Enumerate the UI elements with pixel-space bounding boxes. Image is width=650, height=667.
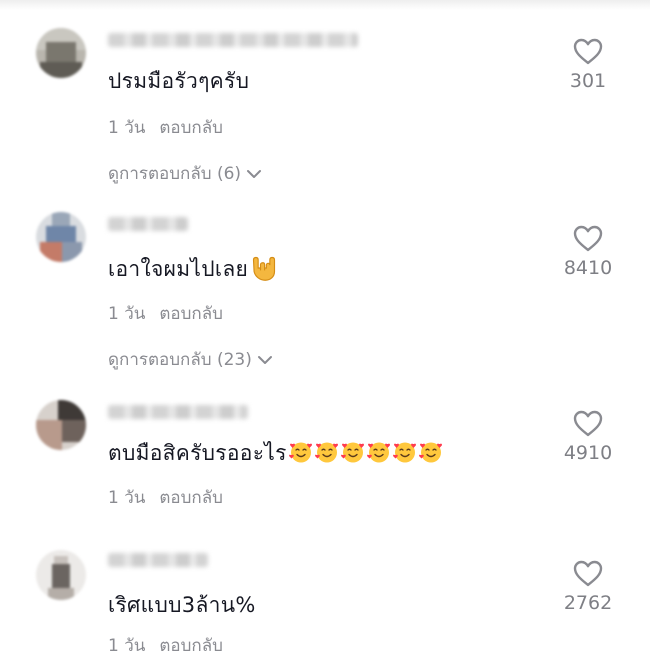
comment-meta: 1 วัน ตอบกลับ — [108, 114, 223, 141]
view-replies-button[interactable]: ดูการตอบกลับ (6) — [108, 160, 263, 187]
smiling-face-with-hearts-icon — [314, 442, 338, 463]
heart-icon — [573, 225, 603, 252]
like-button[interactable]: 4910 — [548, 410, 628, 464]
comment-text-body: ตบมือสิครับรออะไร — [108, 441, 287, 465]
like-button[interactable]: 8410 — [548, 225, 628, 279]
comment-time: 1 วัน — [108, 304, 146, 324]
comment-text: เอาใจผมไปเลย — [108, 254, 278, 284]
username-redacted[interactable] — [108, 553, 208, 567]
heart-icon — [573, 410, 603, 437]
smiling-face-with-hearts-icon — [288, 442, 312, 463]
like-count: 8410 — [563, 257, 613, 279]
username-redacted[interactable] — [108, 33, 358, 47]
smiling-face-with-hearts-icon — [392, 442, 416, 463]
reply-button[interactable]: ตอบกลับ — [159, 304, 223, 324]
chevron-down-icon — [257, 355, 272, 364]
like-count: 301 — [569, 70, 607, 92]
comment-time: 1 วัน — [108, 636, 146, 656]
view-replies-label: ดูการตอบกลับ (23) — [108, 350, 252, 370]
comment-text: เริศแบบ3ล้าน% — [108, 593, 256, 617]
comment-meta: 1 วัน ตอบกลับ — [108, 484, 223, 511]
rock-on-hand-icon — [253, 256, 276, 281]
like-button[interactable]: 2762 — [548, 560, 628, 614]
smiling-face-with-hearts-icon — [418, 442, 442, 463]
username-redacted[interactable] — [108, 217, 188, 231]
scroll-fade — [0, 0, 650, 10]
smiling-face-with-hearts-icon — [340, 442, 364, 463]
view-replies-label: ดูการตอบกลับ (6) — [108, 164, 242, 184]
comment-time: 1 วัน — [108, 118, 146, 138]
avatar[interactable] — [36, 550, 86, 600]
like-button[interactable]: 301 — [548, 38, 628, 92]
username-redacted[interactable] — [108, 405, 248, 419]
comment-text: ตบมือสิครับรออะไร — [108, 438, 443, 468]
avatar[interactable] — [36, 212, 86, 262]
comment-meta: 1 วัน ตอบกลับ — [108, 632, 223, 659]
comment-meta: 1 วัน ตอบกลับ — [108, 300, 223, 327]
avatar[interactable] — [36, 400, 86, 450]
like-count: 2762 — [563, 592, 613, 614]
like-count: 4910 — [563, 442, 613, 464]
reply-button[interactable]: ตอบกลับ — [159, 636, 223, 656]
reply-button[interactable]: ตอบกลับ — [159, 118, 223, 138]
reply-button[interactable]: ตอบกลับ — [159, 488, 223, 508]
avatar[interactable] — [36, 28, 86, 78]
smiling-face-with-hearts-icon — [366, 442, 390, 463]
comment-text: ปรมมือรัวๆครับ — [108, 69, 250, 93]
chevron-down-icon — [247, 169, 262, 178]
heart-icon — [573, 560, 603, 587]
comment-text-body: เอาใจผมไปเลย — [108, 257, 249, 281]
comment-time: 1 วัน — [108, 488, 146, 508]
heart-icon — [573, 38, 603, 65]
view-replies-button[interactable]: ดูการตอบกลับ (23) — [108, 346, 274, 373]
